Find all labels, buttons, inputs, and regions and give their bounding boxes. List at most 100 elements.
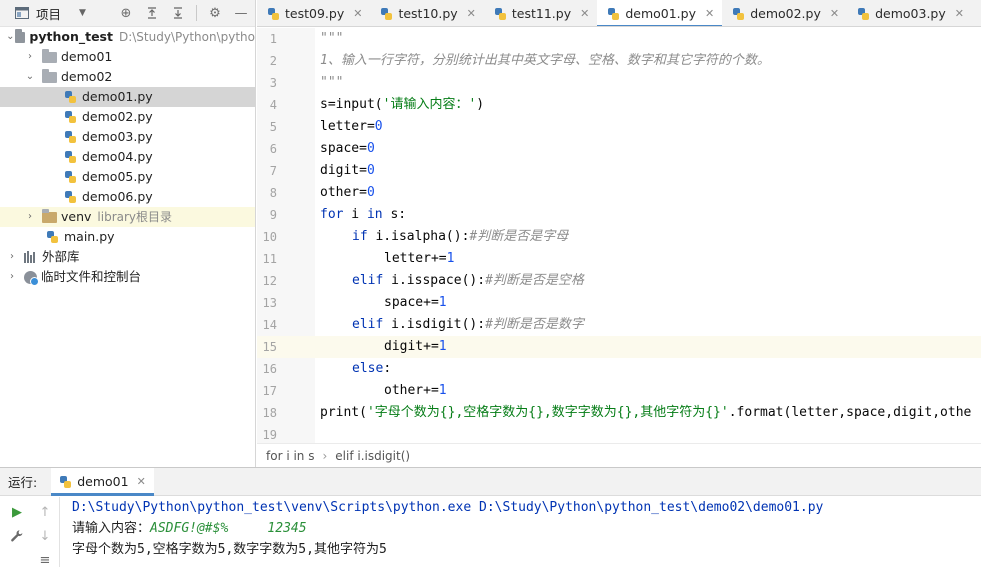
code-line[interactable]: 19 bbox=[257, 424, 981, 443]
code-line[interactable]: 8 other=0 bbox=[257, 182, 981, 204]
tab-demo02[interactable]: demo02.py ✕ bbox=[722, 0, 847, 26]
python-file-icon bbox=[64, 190, 78, 204]
code-line[interactable]: 16 else: bbox=[257, 358, 981, 380]
comment: #判断是否是空格 bbox=[485, 273, 584, 288]
code-line[interactable]: 12 elif i.isspace():#判断是否是空格 bbox=[257, 270, 981, 292]
tree-item-venv[interactable]: › venv library根目录 bbox=[0, 207, 255, 227]
python-file-icon bbox=[380, 7, 394, 21]
code-line[interactable]: 11 letter+=1 bbox=[257, 248, 981, 270]
chevron-right-icon[interactable]: › bbox=[6, 267, 18, 287]
folder-icon bbox=[42, 68, 57, 83]
line-number: 14 bbox=[262, 318, 277, 332]
tab-demo03[interactable]: demo03.py ✕ bbox=[847, 0, 972, 26]
breadcrumb: for i in s › elif i.isdigit() bbox=[257, 443, 981, 467]
tab-label: demo01.py bbox=[625, 6, 696, 21]
arrow-up-icon[interactable]: ↑ bbox=[36, 503, 54, 521]
tree-item-scratches[interactable]: › 临时文件和控制台 bbox=[0, 267, 255, 287]
code-line[interactable]: 7 digit=0 bbox=[257, 160, 981, 182]
tree-item-external-libraries[interactable]: › 外部库 bbox=[0, 247, 255, 267]
root-name: python_test bbox=[29, 29, 113, 44]
tab-test10[interactable]: test10.py ✕ bbox=[370, 0, 483, 26]
tree-item-demo01-py[interactable]: demo01.py bbox=[0, 87, 255, 107]
line-number: 1 bbox=[269, 32, 277, 46]
code-line[interactable]: 6 space=0 bbox=[257, 138, 981, 160]
code-line[interactable]: 18 print('字母个数为{},空格字数为{},数字字数为{},其他字符为{… bbox=[257, 402, 981, 424]
comment: #判断是否是字母 bbox=[469, 229, 569, 244]
line-number: 7 bbox=[269, 164, 277, 178]
close-icon[interactable]: ✕ bbox=[467, 7, 476, 20]
tab-demo04[interactable]: demo04 bbox=[972, 0, 981, 26]
code-line[interactable]: 10 if i.isalpha():#判断是否是字母 bbox=[257, 226, 981, 248]
tree-item-demo06-py[interactable]: demo06.py bbox=[0, 187, 255, 207]
run-tab-demo01[interactable]: demo01 ✕ bbox=[51, 467, 154, 496]
line-number: 11 bbox=[262, 252, 277, 266]
code-token: other= bbox=[320, 185, 367, 200]
tree-item-label: 临时文件和控制台 bbox=[41, 269, 142, 284]
project-title[interactable]: 项目 bbox=[36, 4, 61, 23]
collapse-all-icon[interactable] bbox=[168, 3, 188, 23]
code-line[interactable]: 2 1、输入一行字符，分别统计出其中英文字母、空格、数字和其它字符的个数。 bbox=[257, 50, 981, 72]
chevron-right-icon[interactable]: › bbox=[6, 247, 18, 267]
breadcrumb-item[interactable]: elif i.isdigit() bbox=[335, 449, 410, 463]
console-prompt: 请输入内容： bbox=[72, 521, 151, 536]
code-token: other+= bbox=[384, 383, 439, 398]
tree-item-label: venv bbox=[61, 209, 92, 224]
tab-demo01[interactable]: demo01.py ✕ bbox=[597, 0, 723, 26]
code-line[interactable]: 3 """ bbox=[257, 72, 981, 94]
tree-item-demo04-py[interactable]: demo04.py bbox=[0, 147, 255, 167]
console-command: D:\Study\Python\python_test\venv\Scripts… bbox=[72, 500, 824, 515]
code-token: digit= bbox=[320, 163, 367, 178]
code-line[interactable]: 5 letter=0 bbox=[257, 116, 981, 138]
chevron-right-icon[interactable]: › bbox=[24, 207, 36, 227]
tree-item-demo01[interactable]: › demo01 bbox=[0, 47, 255, 67]
soft-wrap-icon[interactable]: ≡ bbox=[36, 551, 54, 567]
close-icon[interactable]: ✕ bbox=[830, 7, 839, 20]
tree-item-demo05-py[interactable]: demo05.py bbox=[0, 167, 255, 187]
tab-test11[interactable]: test11.py ✕ bbox=[484, 0, 597, 26]
tree-item-label: demo02.py bbox=[82, 109, 153, 124]
number-literal: 1 bbox=[438, 295, 447, 310]
code-editor[interactable]: 1 """ 2 1、输入一行字符，分别统计出其中英文字母、空格、数字和其它字符的… bbox=[257, 28, 981, 443]
tree-item-demo02[interactable]: ⌄ demo02 bbox=[0, 67, 255, 87]
string-literal: '请输入内容：' bbox=[382, 97, 477, 112]
python-file-icon bbox=[59, 475, 73, 489]
arrow-down-icon[interactable]: ↓ bbox=[36, 527, 54, 545]
project-view-icon[interactable] bbox=[12, 3, 32, 23]
chevron-down-icon[interactable]: ▼ bbox=[79, 8, 86, 18]
line-number: 13 bbox=[262, 296, 277, 310]
code-line[interactable]: 17 other+=1 bbox=[257, 380, 981, 402]
close-icon[interactable]: ✕ bbox=[580, 7, 589, 20]
code-line[interactable]: 13 space+=1 bbox=[257, 292, 981, 314]
gear-icon[interactable]: ⚙ bbox=[205, 3, 225, 23]
code-line-current[interactable]: 15 digit+=1 bbox=[257, 336, 981, 358]
console-output[interactable]: D:\Study\Python\python_test\venv\Scripts… bbox=[72, 497, 823, 560]
line-number: 10 bbox=[262, 230, 277, 244]
wrench-icon[interactable] bbox=[8, 527, 26, 545]
close-icon[interactable]: ✕ bbox=[705, 7, 714, 20]
tree-item-main-py[interactable]: main.py bbox=[0, 227, 255, 247]
code-line[interactable]: 1 """ bbox=[257, 28, 981, 50]
breadcrumb-item[interactable]: for i in s bbox=[266, 449, 314, 463]
locate-icon[interactable]: ⊕ bbox=[116, 3, 136, 23]
code-line[interactable]: 9 for i in s: bbox=[257, 204, 981, 226]
tree-root-python-test[interactable]: ⌄ python_test D:\Study\Python\pytho bbox=[0, 27, 255, 47]
chevron-down-icon[interactable]: ⌄ bbox=[24, 67, 36, 87]
rerun-icon[interactable]: ▶ bbox=[8, 503, 26, 521]
tree-item-demo03-py[interactable]: demo03.py bbox=[0, 127, 255, 147]
console-user-input: ASDFG!@#$% 12345 bbox=[150, 521, 307, 536]
close-icon[interactable]: ✕ bbox=[353, 7, 362, 20]
docstring: """ bbox=[320, 31, 344, 46]
keyword: elif bbox=[352, 273, 384, 288]
code-line[interactable]: 4 s=input('请输入内容：') bbox=[257, 94, 981, 116]
comment: #判断是否是数字 bbox=[485, 317, 584, 332]
code-line[interactable]: 14 elif i.isdigit():#判断是否是数字 bbox=[257, 314, 981, 336]
docstring: 1、输入一行字符，分别统计出其中英文字母、空格、数字和其它字符的个数。 bbox=[320, 53, 770, 68]
chevron-down-icon[interactable]: ⌄ bbox=[6, 27, 15, 47]
tree-item-demo02-py[interactable]: demo02.py bbox=[0, 107, 255, 127]
expand-all-icon[interactable] bbox=[142, 3, 162, 23]
tab-test09[interactable]: test09.py ✕ bbox=[257, 0, 370, 26]
minimize-icon[interactable]: — bbox=[231, 3, 251, 23]
chevron-right-icon[interactable]: › bbox=[24, 47, 36, 67]
close-icon[interactable]: ✕ bbox=[137, 475, 146, 488]
close-icon[interactable]: ✕ bbox=[955, 7, 964, 20]
